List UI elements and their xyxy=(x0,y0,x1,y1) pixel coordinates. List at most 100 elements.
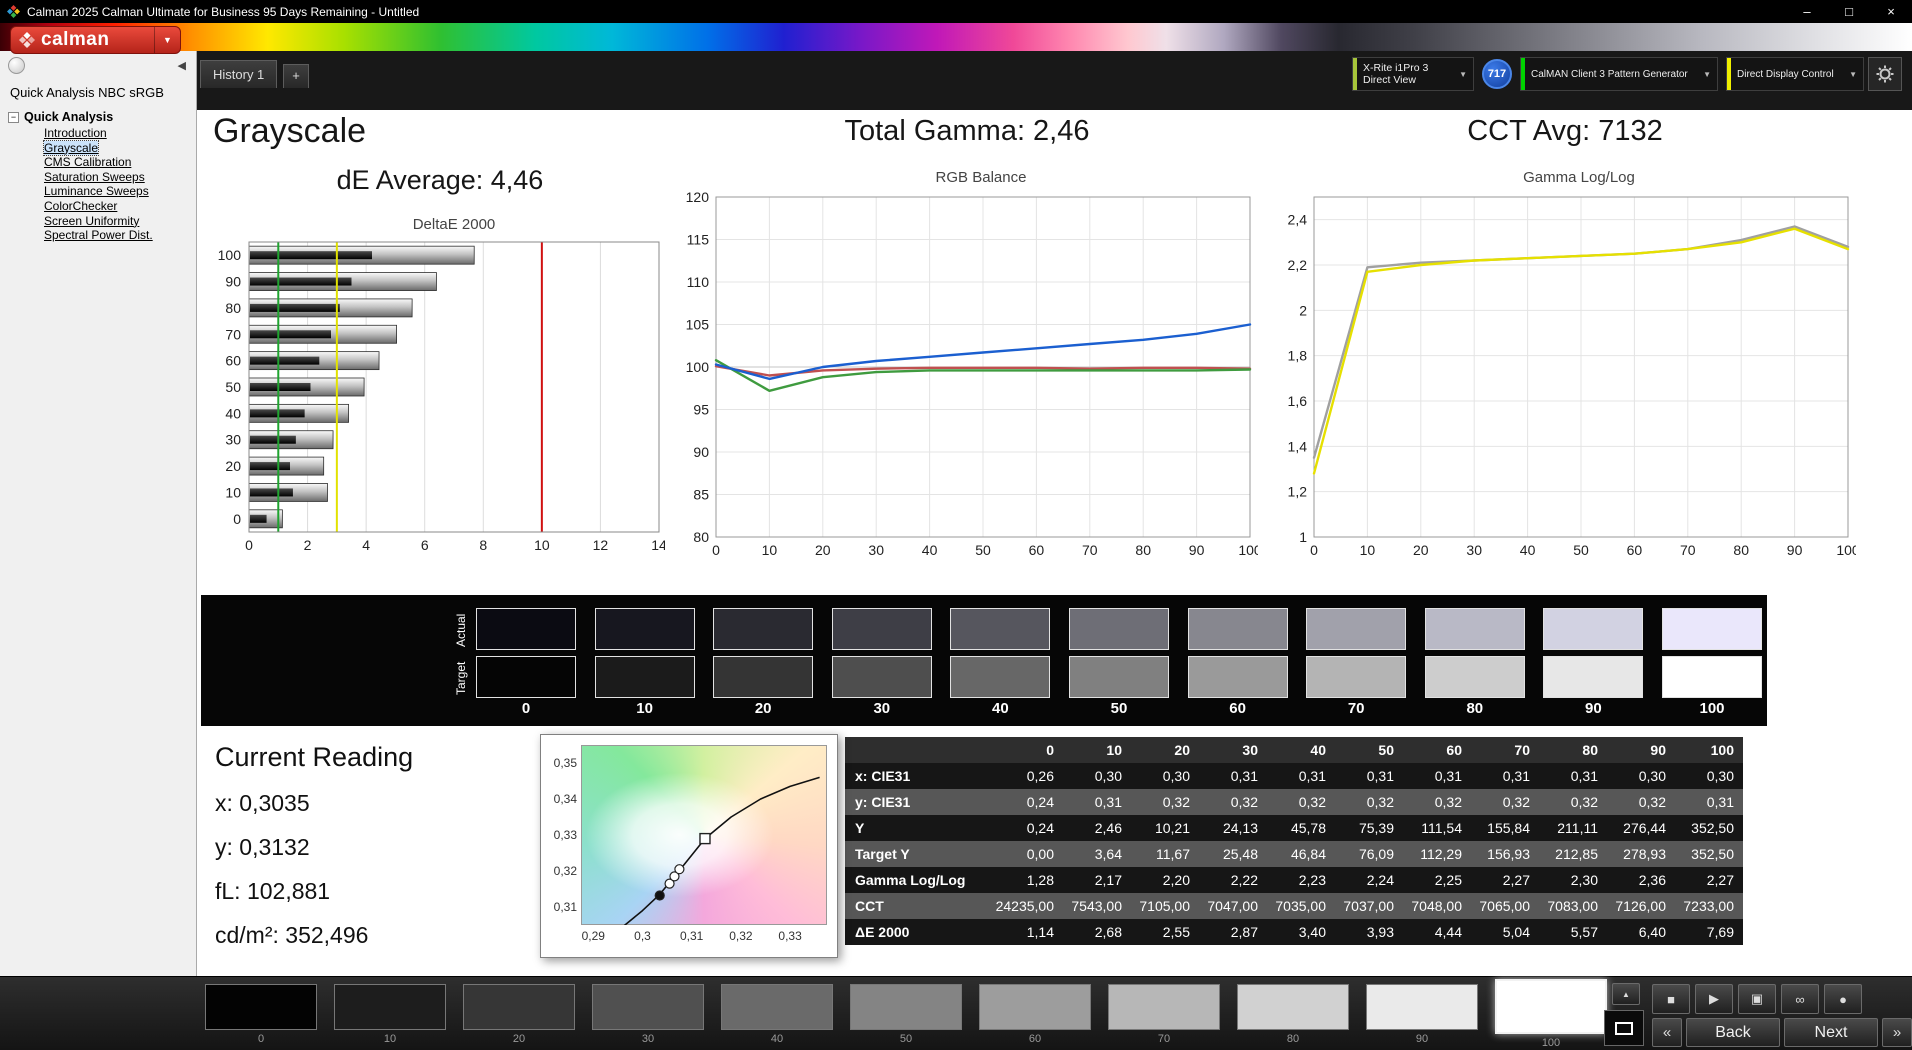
x-tick-label: 14 xyxy=(651,537,665,553)
logo-menu-arrow-icon[interactable]: ▼ xyxy=(154,27,180,53)
sidebar-item-saturation-sweeps[interactable]: Saturation Sweeps xyxy=(8,170,194,185)
record-button[interactable]: ● xyxy=(1824,984,1862,1014)
pattern-patch-30[interactable]: 30 xyxy=(592,984,704,1049)
table-column-header: 40 xyxy=(1267,737,1335,763)
table-cell: 0,32 xyxy=(1471,789,1539,815)
add-tab-button[interactable]: + xyxy=(283,64,309,88)
target-swatch-40 xyxy=(950,656,1050,698)
sidebar-item-label: ColorChecker xyxy=(44,199,117,213)
meter-device-dropdown[interactable]: X-Rite i1Pro 3Direct View ▼ xyxy=(1352,57,1474,91)
sidebar: ◀ Quick Analysis NBC sRGB −Quick Analysi… xyxy=(0,51,197,976)
table-column-header: 10 xyxy=(1063,737,1131,763)
meter-reading-badge[interactable]: 717 xyxy=(1482,59,1512,89)
panel-chevron-up-button[interactable]: ▲ xyxy=(1612,983,1640,1005)
pattern-patch-100[interactable]: 100 xyxy=(1495,984,1607,1049)
maximize-button[interactable]: □ xyxy=(1828,0,1870,23)
back-button[interactable]: Back xyxy=(1686,1018,1780,1047)
table-cell: 0,31 xyxy=(1539,763,1607,789)
pattern-patch-10[interactable]: 10 xyxy=(334,984,446,1049)
table-cell: 0,31 xyxy=(1335,763,1403,789)
table-column-header: 90 xyxy=(1607,737,1675,763)
calman-menu-button[interactable]: calman ▼ xyxy=(10,26,181,54)
table-cell: 2,55 xyxy=(1131,919,1199,945)
tree-expander-icon[interactable]: − xyxy=(8,112,19,123)
sidebar-tree: −Quick Analysis IntroductionGrayscaleCMS… xyxy=(8,109,194,243)
stop-button[interactable]: ■ xyxy=(1652,984,1690,1014)
pattern-patch-90[interactable]: 90 xyxy=(1366,984,1478,1049)
sidebar-item-screen-uniformity[interactable]: Screen Uniformity xyxy=(8,214,194,229)
x-tick-label: 60 xyxy=(1627,542,1643,558)
tree-root-quick-analysis[interactable]: −Quick Analysis xyxy=(8,109,194,126)
table-cell: 2,22 xyxy=(1199,867,1267,893)
swatch-column-label: 70 xyxy=(1306,700,1406,717)
table-row-label: CCT xyxy=(845,893,995,919)
deltae-inner-bar-50 xyxy=(250,383,311,391)
x-tick-label: 0 xyxy=(712,542,720,558)
pattern-patch-40[interactable]: 40 xyxy=(721,984,833,1049)
table-row-e-2000: ΔE 20001,142,682,552,873,403,934,445,045… xyxy=(845,919,1743,945)
play-button[interactable]: ▶ xyxy=(1695,984,1733,1014)
current-reading-values: x: 0,3035y: 0,3132fL: 102,881cd/m²: 352,… xyxy=(215,790,413,949)
table-cell: 2,46 xyxy=(1063,815,1131,841)
table-row-y: Y0,242,4610,2124,1345,7875,39111,54155,8… xyxy=(845,815,1743,841)
actual-swatch-50 xyxy=(1069,608,1169,650)
cie-y-tick: 0,31 xyxy=(543,900,577,914)
save-button[interactable]: ▣ xyxy=(1738,984,1776,1014)
loop-button[interactable]: ∞ xyxy=(1781,984,1819,1014)
sidebar-item-spectral-power-dist[interactable]: Spectral Power Dist. xyxy=(8,228,194,243)
cie-current-point xyxy=(655,891,664,900)
table-cell: 11,67 xyxy=(1131,841,1199,867)
sidebar-item-introduction[interactable]: Introduction xyxy=(8,126,194,141)
pattern-patch-20[interactable]: 20 xyxy=(463,984,575,1049)
pattern-window-button[interactable] xyxy=(1604,1010,1644,1046)
meter-stripe xyxy=(1353,58,1357,90)
sidebar-item-luminance-sweeps[interactable]: Luminance Sweeps xyxy=(8,184,194,199)
reading-value: y: 0,3132 xyxy=(215,834,413,861)
close-button[interactable]: × xyxy=(1870,0,1912,23)
workflow-indicator-icon[interactable] xyxy=(8,57,25,74)
workflow-title: Quick Analysis NBC sRGB xyxy=(10,85,164,100)
y-tick-label: 30 xyxy=(225,432,241,448)
display-control-dropdown[interactable]: Direct Display Control ▼ xyxy=(1726,57,1864,91)
pattern-patch-50[interactable]: 50 xyxy=(850,984,962,1049)
actual-swatch-100 xyxy=(1662,608,1762,650)
table-cell: 1,14 xyxy=(995,919,1063,945)
sidebar-item-colorchecker[interactable]: ColorChecker xyxy=(8,199,194,214)
next-button[interactable]: Next xyxy=(1784,1018,1878,1047)
table-row-cct: CCT24235,007543,007105,007047,007035,007… xyxy=(845,893,1743,919)
x-tick-label: 10 xyxy=(1360,542,1376,558)
table-cell: 0,32 xyxy=(1335,789,1403,815)
table-cell: 211,11 xyxy=(1539,815,1607,841)
minimize-button[interactable]: – xyxy=(1786,0,1828,23)
patch-label: 40 xyxy=(721,1033,833,1045)
table-cell: 7233,00 xyxy=(1675,893,1743,919)
table-cell: 0,31 xyxy=(1199,763,1267,789)
tab-history-1[interactable]: History 1 xyxy=(200,60,277,88)
actual-swatch-90 xyxy=(1543,608,1643,650)
de-average-value: dE Average: 4,46 xyxy=(205,165,675,196)
pattern-generator-dropdown[interactable]: CalMAN Client 3 Pattern Generator ▼ xyxy=(1520,57,1718,91)
sidebar-collapse-icon[interactable]: ◀ xyxy=(178,59,186,72)
pattern-patch-70[interactable]: 70 xyxy=(1108,984,1220,1049)
next-skip-button[interactable]: » xyxy=(1882,1018,1912,1047)
pattern-patch-60[interactable]: 60 xyxy=(979,984,1091,1049)
cie-x-tick: 0,33 xyxy=(772,929,808,943)
patch-label: 20 xyxy=(463,1033,575,1045)
sidebar-item-cms-calibration[interactable]: CMS Calibration xyxy=(8,155,194,170)
x-tick-label: 4 xyxy=(362,537,370,553)
actual-swatch-60 xyxy=(1188,608,1288,650)
patch-color xyxy=(850,984,962,1030)
actual-swatch-20 xyxy=(713,608,813,650)
back-skip-button[interactable]: « xyxy=(1652,1018,1682,1047)
patch-label: 0 xyxy=(205,1033,317,1045)
table-cell: 0,00 xyxy=(995,841,1063,867)
reading-value: x: 0,3035 xyxy=(215,790,413,817)
table-cell: 7037,00 xyxy=(1335,893,1403,919)
sidebar-item-grayscale[interactable]: Grayscale xyxy=(8,141,194,156)
patch-color xyxy=(592,984,704,1030)
settings-gear-button[interactable] xyxy=(1868,57,1902,91)
pattern-patch-80[interactable]: 80 xyxy=(1237,984,1349,1049)
table-cell: 7543,00 xyxy=(1063,893,1131,919)
pattern-patch-0[interactable]: 0 xyxy=(205,984,317,1049)
table-cell: 0,32 xyxy=(1539,789,1607,815)
